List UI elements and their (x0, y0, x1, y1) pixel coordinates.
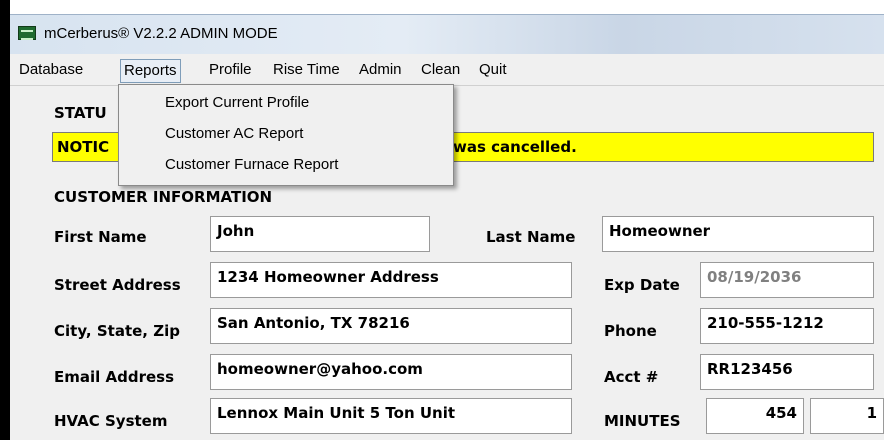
customer-section-title: CUSTOMER INFORMATION (54, 188, 273, 206)
app-icon (18, 26, 36, 40)
menu-item-customer-furnace-report[interactable]: Customer Furnace Report (165, 156, 338, 173)
hvac-system-field[interactable]: Lennox Main Unit 5 Ton Unit (210, 398, 572, 434)
window-title: mCerberus® V2.2.2 ADMIN MODE (44, 25, 278, 42)
first-name-field[interactable]: John (210, 216, 430, 252)
last-name-label: Last Name (486, 228, 576, 246)
exp-date-field[interactable]: 08/19/2036 (700, 262, 874, 298)
menu-clean[interactable]: Clean (418, 59, 463, 83)
phone-label: Phone (604, 322, 657, 340)
last-name-field[interactable]: Homeowner (602, 216, 874, 252)
email-address-field[interactable]: homeowner@yahoo.com (210, 354, 572, 390)
city-state-zip-field[interactable]: San Antonio, TX 78216 (210, 308, 572, 344)
title-bar[interactable]: mCerberus® V2.2.2 ADMIN MODE (10, 14, 884, 54)
phone-field[interactable]: 210-555-1212 (700, 308, 874, 344)
street-address-label: Street Address (54, 276, 181, 294)
hvac-system-label: HVAC System (54, 412, 168, 430)
notice-message: was cancelled. (453, 138, 577, 156)
acct-number-label: Acct # (604, 368, 659, 386)
minutes-extra-field[interactable]: 1 (810, 398, 884, 434)
exp-date-label: Exp Date (604, 276, 680, 294)
menu-profile[interactable]: Profile (206, 59, 255, 83)
minutes-field[interactable]: 454 (706, 398, 804, 434)
menu-admin[interactable]: Admin (356, 59, 405, 83)
status-label: STATU (54, 104, 107, 122)
reports-dropdown-menu: Export Current Profile Customer AC Repor… (118, 84, 454, 186)
menu-quit[interactable]: Quit (476, 59, 510, 83)
notice-prefix: NOTIC (57, 138, 110, 156)
menu-rise-time[interactable]: Rise Time (270, 59, 343, 83)
acct-number-field[interactable]: RR123456 (700, 354, 874, 390)
first-name-label: First Name (54, 228, 147, 246)
city-state-zip-label: City, State, Zip (54, 322, 180, 340)
window-left-edge (0, 0, 10, 440)
minutes-label: MINUTES (604, 412, 681, 430)
menu-database[interactable]: Database (16, 59, 86, 83)
menu-item-customer-ac-report[interactable]: Customer AC Report (165, 125, 303, 142)
app-window: mCerberus® V2.2.2 ADMIN MODE Database Re… (0, 0, 884, 440)
email-address-label: Email Address (54, 368, 175, 386)
menu-item-export-current-profile[interactable]: Export Current Profile (165, 94, 309, 111)
menu-reports[interactable]: Reports (120, 59, 181, 83)
menu-bar: Database Reports Profile Rise Time Admin… (10, 54, 884, 86)
street-address-field[interactable]: 1234 Homeowner Address (210, 262, 572, 298)
